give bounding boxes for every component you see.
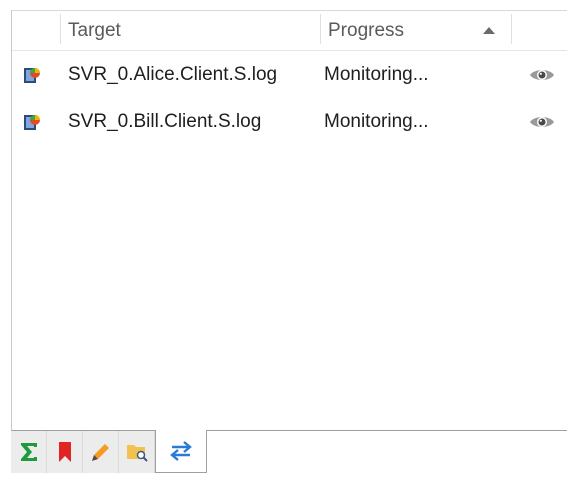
eye-icon[interactable]	[529, 114, 555, 130]
row-progress: Monitoring...	[324, 64, 429, 85]
bottom-tab-bar	[11, 430, 567, 481]
list-item[interactable]: SVR_0.Bill.Client.S.log Monitoring...	[12, 102, 567, 142]
tab-summary[interactable]	[11, 431, 47, 473]
column-header-status[interactable]	[511, 11, 567, 50]
log-app-icon	[24, 68, 40, 83]
row-progress: Monitoring...	[324, 111, 429, 132]
folder-search-icon	[126, 445, 148, 462]
tab-find-files[interactable]	[119, 431, 155, 473]
sort-ascending-icon	[483, 27, 495, 34]
column-header-progress[interactable]: Progress	[320, 11, 511, 50]
list-item[interactable]: SVR_0.Alice.Client.S.log Monitoring...	[12, 55, 567, 95]
swap-arrows-icon	[170, 441, 192, 461]
log-monitor-panel: Target Progress SVR_0.Alice.Client.S.log…	[0, 0, 567, 481]
tab-bookmarks[interactable]	[47, 431, 83, 473]
sigma-icon	[20, 443, 37, 461]
list-header: Target Progress	[12, 11, 567, 51]
eye-icon[interactable]	[529, 67, 555, 83]
bookmark-icon	[58, 442, 71, 462]
log-app-icon	[24, 115, 40, 130]
log-list: Target Progress SVR_0.Alice.Client.S.log…	[11, 10, 567, 431]
tab-edit[interactable]	[83, 431, 119, 473]
tab-sync[interactable]	[155, 430, 207, 473]
row-target: SVR_0.Alice.Client.S.log	[68, 64, 278, 85]
column-header-target-label: Target	[68, 20, 121, 41]
column-header-target[interactable]: Target	[60, 11, 320, 50]
row-target: SVR_0.Bill.Client.S.log	[68, 111, 262, 132]
column-header-icon[interactable]	[12, 11, 60, 50]
column-header-progress-label: Progress	[328, 20, 405, 41]
pencil-icon	[91, 444, 109, 461]
